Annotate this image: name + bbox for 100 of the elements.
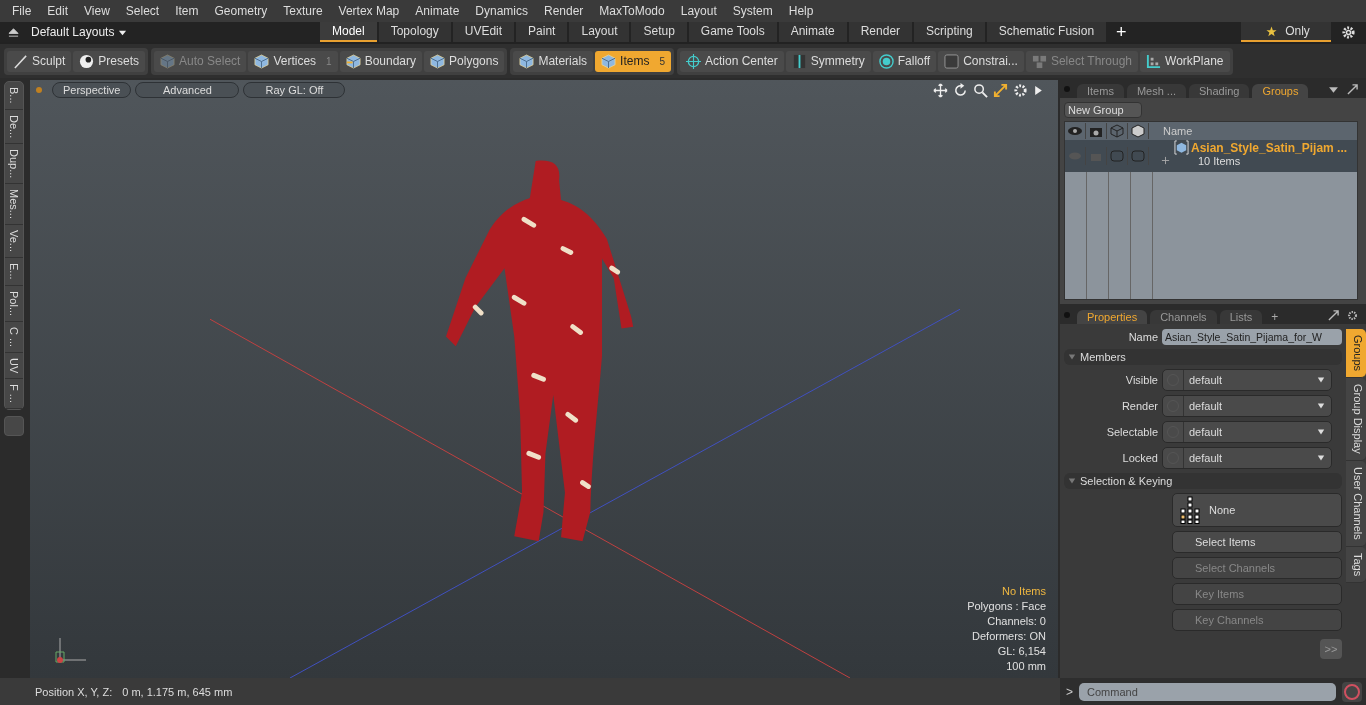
menu-item[interactable]: File [4, 4, 40, 18]
cube-outline-icon [1128, 123, 1149, 139]
column-header[interactable]: Name [1149, 125, 1193, 137]
menu-item[interactable]: System [724, 4, 781, 18]
menu-item[interactable]: MaxToModo [591, 4, 673, 18]
tool-button[interactable]: Materials [513, 50, 594, 72]
layouts-dropdown[interactable]: Default Layouts [31, 25, 128, 39]
section-header[interactable]: Selection & Keying [1064, 473, 1342, 489]
menu-item[interactable]: Animate [407, 4, 468, 18]
viewport-button[interactable]: Ray GL: Off [243, 82, 346, 98]
tool-button[interactable]: Polygons [424, 50, 505, 72]
side-tab[interactable]: Dup... [5, 143, 23, 185]
move-icon[interactable] [933, 83, 948, 98]
side-tab[interactable]: Pol... [5, 285, 23, 322]
menu-item[interactable]: Texture [275, 4, 331, 18]
dropdown[interactable]: default [1162, 447, 1332, 469]
layout-tab[interactable]: Schematic Fusion [986, 22, 1107, 42]
viewport[interactable]: Perspective Advanced Ray GL: Off No Items Polygons : Face Channels: 0 Deformers: ON GL: 6,154 100 mm [30, 80, 1058, 678]
menu-item[interactable]: Dynamics [467, 4, 536, 18]
arrow-right-icon[interactable] [1033, 85, 1044, 96]
side-tab-handle[interactable] [4, 416, 24, 437]
layout-tab[interactable]: Scripting [914, 22, 985, 42]
stat-text: GL: 6,154 [997, 644, 1046, 659]
checkbox-icon[interactable] [1128, 147, 1149, 165]
side-tab[interactable]: Tags [1346, 546, 1366, 583]
tool-button[interactable]: WorkPlane [1140, 50, 1230, 72]
side-tab[interactable]: Group Display [1346, 378, 1366, 461]
preset-button[interactable]: None [1172, 493, 1342, 527]
panel-tab[interactable]: Items [1077, 84, 1124, 98]
menu-item[interactable]: Edit [39, 4, 77, 18]
settings-icon[interactable] [1347, 309, 1358, 321]
tool-button[interactable]: Falloff [872, 50, 937, 72]
add-tab-button[interactable]: + [1108, 21, 1135, 43]
expand-icon[interactable] [1328, 309, 1339, 321]
new-group-button[interactable]: New Group [1064, 102, 1142, 118]
layout-tab[interactable]: Render [848, 22, 913, 42]
maximize-icon[interactable] [993, 83, 1008, 98]
side-tab[interactable]: Groups [1346, 329, 1366, 379]
tool-button[interactable]: Constrai... [938, 50, 1024, 72]
field-label: Selectable [1105, 426, 1158, 438]
checkbox-icon[interactable] [1107, 147, 1128, 165]
panel-tab[interactable]: Mesh ... [1126, 84, 1187, 98]
menu-item[interactable]: Vertex Map [330, 4, 408, 18]
layout-tab[interactable]: Animate [778, 22, 847, 42]
side-tab[interactable]: B... [5, 82, 23, 110]
side-tab[interactable]: C ... [5, 321, 23, 353]
menu-item[interactable]: View [76, 4, 118, 18]
section-header[interactable]: Members [1064, 349, 1342, 365]
group-row[interactable]: Asian_Style_Satin_Pijam ... 10 Items [1065, 140, 1357, 172]
layout-tab[interactable]: Paint [516, 22, 568, 42]
side-tab[interactable]: De... [5, 109, 23, 144]
tool-button[interactable]: Items 5 [595, 50, 671, 72]
menu-item[interactable]: Render [536, 4, 592, 18]
settings-icon[interactable] [1341, 24, 1356, 40]
rotate-icon[interactable] [953, 83, 968, 98]
panel-tab[interactable]: Groups [1252, 84, 1309, 98]
panel-tab[interactable]: Channels [1150, 310, 1217, 324]
action-button[interactable]: Select Items [1172, 531, 1342, 553]
tool-button[interactable]: Boundary [339, 50, 423, 72]
layout-tab[interactable]: Model [320, 22, 377, 42]
dropdown[interactable]: default [1162, 395, 1332, 417]
search-icon[interactable] [973, 83, 988, 98]
dropdown[interactable]: default [1162, 421, 1332, 443]
panel-tab[interactable]: Shading [1189, 84, 1250, 98]
layout-tab[interactable]: Topology [378, 22, 451, 42]
menu-item[interactable]: Geometry [206, 4, 276, 18]
collapse-icon[interactable] [8, 26, 19, 38]
record-icon[interactable] [1342, 681, 1362, 702]
menu-item[interactable]: Select [117, 4, 168, 18]
tool-button[interactable]: Action Center [680, 50, 784, 72]
layout-tab[interactable]: Setup [631, 22, 687, 42]
side-tab[interactable]: Mes... [5, 184, 23, 226]
menu-item[interactable]: Item [167, 4, 207, 18]
side-tab[interactable]: UV [5, 352, 23, 380]
side-tab[interactable]: Ve... [5, 225, 23, 259]
command-field[interactable]: Command [1079, 682, 1336, 701]
eye-icon [1065, 123, 1086, 139]
panel-tab[interactable]: Properties [1077, 310, 1148, 324]
name-field[interactable]: Asian_Style_Satin_Pijama_for_W [1162, 329, 1342, 345]
expand-icon[interactable] [1347, 83, 1358, 95]
tool-button[interactable]: Sculpt [7, 50, 72, 72]
tool-button[interactable]: Presets [73, 50, 146, 72]
menu-item[interactable]: Layout [672, 4, 725, 18]
plus-icon[interactable] [1161, 155, 1170, 165]
add-tab-button[interactable]: + [1265, 310, 1285, 324]
favorites-toggle[interactable]: Only [1241, 22, 1331, 42]
caret-icon [1317, 376, 1325, 384]
viewport-button[interactable]: Advanced [135, 82, 240, 98]
dropdown[interactable]: default [1162, 369, 1332, 391]
layout-tab[interactable]: UVEdit [452, 22, 515, 42]
layout-tab[interactable]: Game Tools [688, 22, 777, 42]
side-tab[interactable]: User Channels [1346, 460, 1366, 547]
side-tab[interactable]: F ... [5, 379, 23, 410]
menu-item[interactable]: Help [780, 4, 822, 18]
panel-tab[interactable]: Lists [1219, 310, 1263, 324]
target-icon [878, 53, 894, 69]
side-tab[interactable]: E... [5, 258, 23, 286]
tool-button[interactable]: Symmetry [785, 50, 871, 72]
layout-tab[interactable]: Layout [569, 22, 630, 42]
viewport-button[interactable]: Perspective [52, 82, 132, 98]
